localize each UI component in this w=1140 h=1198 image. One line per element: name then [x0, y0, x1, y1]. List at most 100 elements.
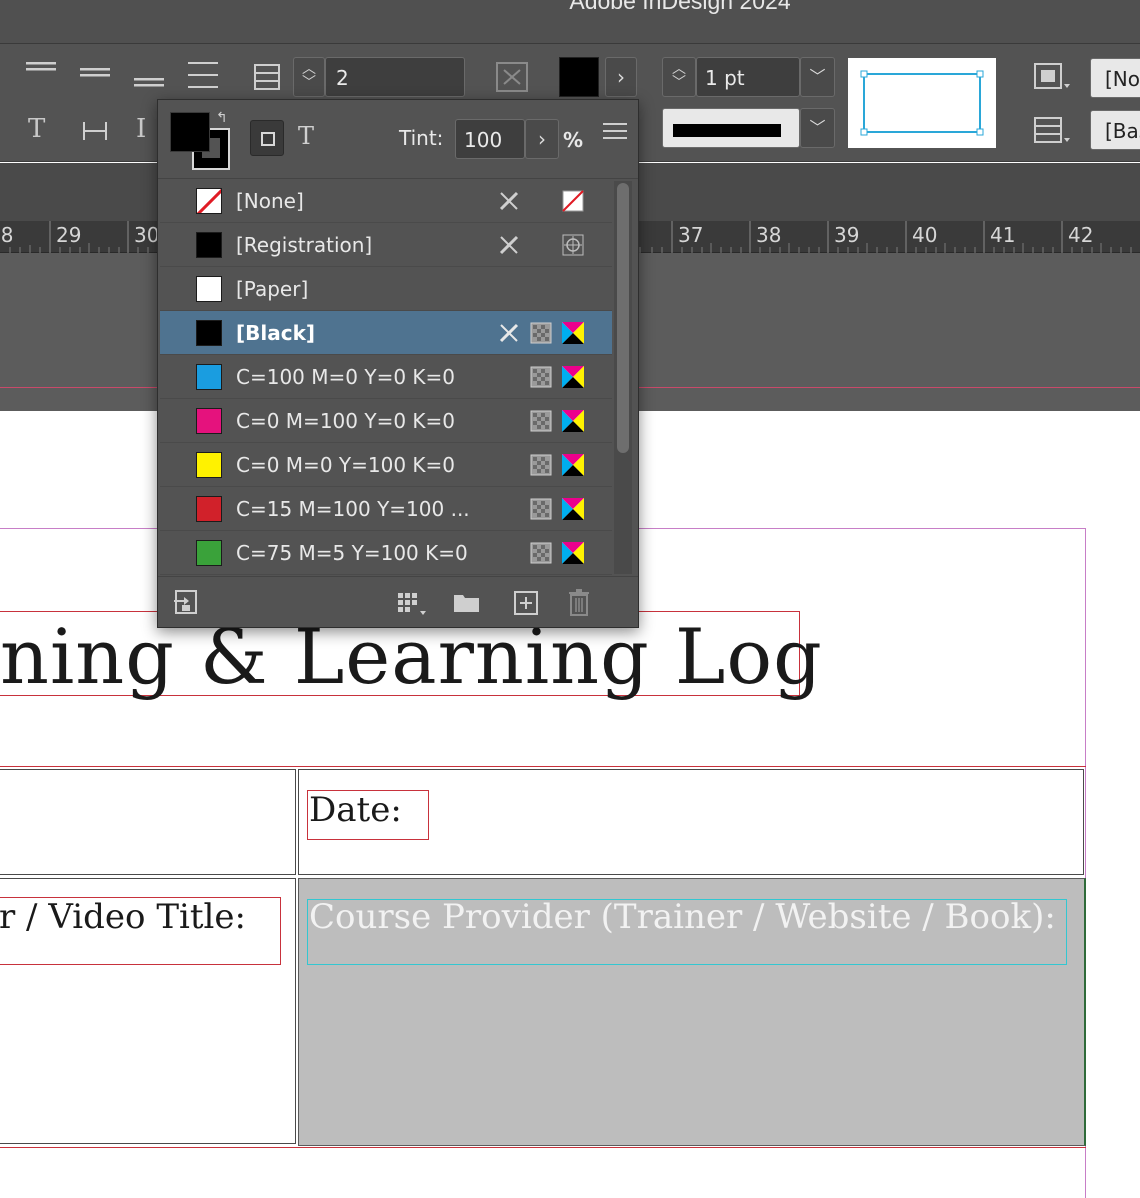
cmyk-icon: [562, 542, 584, 564]
object-style-icon[interactable]: [1032, 60, 1072, 94]
type-tool-icon[interactable]: T: [28, 114, 45, 144]
stroke-type-dropdown[interactable]: ﹀: [800, 108, 835, 148]
ruler-label: 29: [56, 223, 82, 247]
swatch-scrollbar[interactable]: [614, 181, 632, 574]
object-style-value: [No: [1105, 67, 1140, 91]
swatch-chip: [196, 540, 222, 566]
swatch-row-none[interactable]: [None]: [160, 179, 612, 223]
tint-value: 100: [464, 128, 503, 152]
swatch-name: [None]: [236, 189, 304, 213]
process-color-icon: [530, 498, 552, 520]
course-provider-label[interactable]: Course Provider (Trainer / Website / Boo…: [309, 897, 1056, 937]
swatch-chip: [196, 364, 222, 390]
ruler-label: 42: [1068, 223, 1094, 247]
panel-menu-icon[interactable]: [601, 120, 629, 144]
swatch-row-black[interactable]: [Black]: [160, 311, 612, 355]
ruler-label: 37: [678, 223, 704, 247]
swatch-chip: [196, 496, 222, 522]
scrollbar-thumb[interactable]: [617, 183, 629, 453]
swatch-row-registration[interactable]: [Registration]: [160, 223, 612, 267]
fit-frame-icon[interactable]: [494, 60, 530, 94]
swatch-row-yellow[interactable]: C=0 M=0 Y=100 K=0: [160, 443, 612, 487]
date-label[interactable]: Date:: [309, 790, 402, 830]
stroke-weight-value: 1 pt: [705, 66, 745, 90]
effects-preview[interactable]: [848, 58, 996, 148]
table-cell[interactable]: [0, 769, 296, 875]
swatch-row-paper[interactable]: [Paper]: [160, 267, 612, 311]
swatch-chip: [196, 276, 222, 302]
app-title: Adobe InDesign 2024: [569, 0, 791, 14]
swatch-name: C=0 M=100 Y=0 K=0: [236, 409, 456, 433]
show-swatch-kinds-icon[interactable]: [172, 589, 200, 617]
process-color-icon: [530, 366, 552, 388]
process-color-icon: [530, 542, 552, 564]
swatch-row-green[interactable]: C=75 M=5 Y=100 K=0: [160, 531, 612, 575]
tint-field[interactable]: 100: [455, 119, 525, 159]
table-cell[interactable]: r / Video Title:: [0, 878, 296, 1144]
title-bar: Adobe InDesign 2024: [0, 0, 1140, 44]
delete-swatch-icon[interactable]: [566, 587, 592, 617]
stroke-type-field[interactable]: [662, 108, 800, 148]
stroke-weight-field[interactable]: 1 pt: [696, 57, 800, 97]
align-bottom-icon[interactable]: [132, 74, 168, 94]
ruler-label: 39: [834, 223, 860, 247]
swatch-name: C=100 M=0 Y=0 K=0: [236, 365, 456, 389]
no-edit-pencil-icon: [499, 323, 519, 343]
container-icon: [261, 132, 275, 146]
new-swatch-icon[interactable]: [512, 589, 540, 617]
columns-value: 2: [336, 66, 349, 90]
paragraph-style-value: [Bas: [1105, 119, 1140, 143]
ruler-label: 40: [912, 223, 938, 247]
no-edit-pencil-icon: [499, 235, 519, 255]
swatch-list: [None] [Registration] [Paper] [Black] C=…: [158, 178, 638, 575]
none-type-icon: [562, 190, 584, 212]
swatch-chip: [196, 452, 222, 478]
formatting-container-button[interactable]: [250, 120, 284, 156]
align-top-icon[interactable]: [24, 58, 60, 78]
cmyk-icon: [562, 498, 584, 520]
stroke-weight-stepper[interactable]: ︿ ﹀: [662, 57, 696, 97]
frame-grid-icon[interactable]: [252, 62, 282, 92]
fill-swatch-arrow[interactable]: ›: [605, 57, 637, 97]
formatting-text-icon[interactable]: T: [298, 122, 314, 150]
columns-field[interactable]: 2: [325, 57, 465, 97]
cmyk-icon: [562, 366, 584, 388]
swatches-panel: ↰ T Tint: 100 › % [None] [Registration]: [157, 99, 639, 628]
process-color-icon: [530, 322, 552, 344]
columns-stepper[interactable]: ︿ ﹀: [293, 57, 325, 97]
registration-type-icon: [562, 234, 584, 256]
process-color-icon: [530, 454, 552, 476]
new-color-group-icon[interactable]: [452, 589, 482, 615]
video-title-label[interactable]: r / Video Title:: [0, 897, 246, 937]
align-center-icon[interactable]: [78, 64, 114, 84]
object-style-field[interactable]: [No: [1090, 58, 1140, 98]
cmyk-icon: [562, 454, 584, 476]
selected-table-cell[interactable]: Course Provider (Trainer / Website / Boo…: [298, 878, 1086, 1146]
baseline-icon[interactable]: I: [136, 114, 146, 144]
swatch-name: C=15 M=100 Y=100 ...: [236, 497, 470, 521]
fill-proxy[interactable]: [170, 112, 210, 152]
stroke-weight-dropdown[interactable]: ﹀: [800, 57, 835, 97]
process-color-icon: [530, 410, 552, 432]
swatch-row-cyan[interactable]: C=100 M=0 Y=0 K=0: [160, 355, 612, 399]
swatch-row-magenta[interactable]: C=0 M=100 Y=0 K=0: [160, 399, 612, 443]
table-bottom-rule: [0, 1147, 1086, 1148]
table-cell[interactable]: Date:: [298, 769, 1084, 875]
ruler-label: 28: [0, 223, 14, 247]
swatch-name: C=75 M=5 Y=100 K=0: [236, 541, 468, 565]
swap-icon[interactable]: ↰: [216, 110, 228, 126]
swatch-row-red[interactable]: C=15 M=100 Y=100 ...: [160, 487, 612, 531]
tint-slider-button[interactable]: ›: [525, 119, 559, 159]
swatch-chip: [196, 320, 222, 346]
swatch-name: C=0 M=0 Y=100 K=0: [236, 453, 456, 477]
ruler-label: 30: [134, 223, 160, 247]
fill-swatch-button[interactable]: [559, 57, 599, 97]
justify-vertical-icon[interactable]: [186, 58, 222, 94]
ruler-label: 41: [990, 223, 1016, 247]
table-style-icon[interactable]: [1032, 114, 1072, 148]
swatch-chip: [196, 232, 222, 258]
swatch-views-icon[interactable]: [396, 589, 428, 617]
paragraph-style-field[interactable]: [Bas: [1090, 110, 1140, 150]
swatch-name: [Paper]: [236, 277, 309, 301]
column-span-icon[interactable]: [80, 116, 110, 146]
